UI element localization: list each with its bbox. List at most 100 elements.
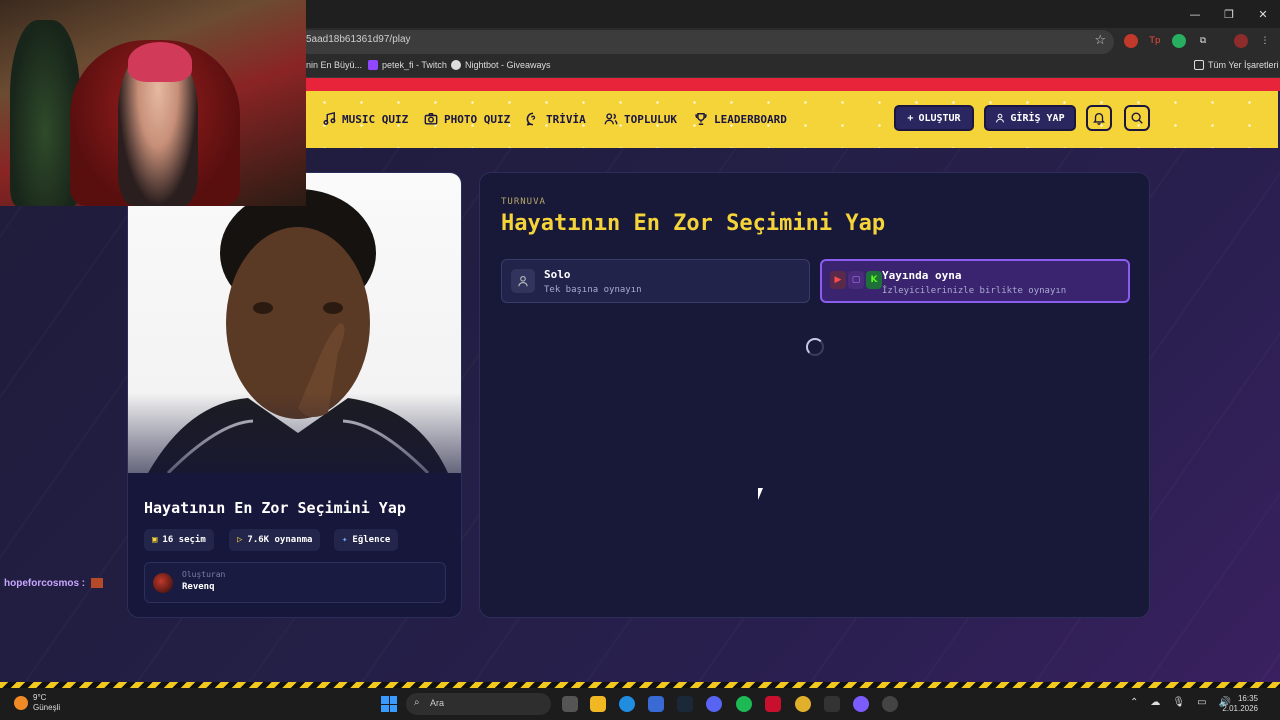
plays-text: 7.6K oynanma [247, 535, 313, 545]
camera-icon [424, 113, 438, 125]
obs-icon[interactable] [882, 696, 898, 712]
tournament-panel: TURNUVA Hayatının En Zor Seçimini Yap So… [479, 172, 1150, 618]
quiz-title: Hayatının En Zor Seçimini Yap [144, 499, 406, 517]
search-placeholder: Ara [430, 698, 445, 708]
weather-text: Güneşli [33, 703, 61, 712]
cloud-icon[interactable]: ☁ [1150, 697, 1160, 708]
stream-subtitle: İzleyicilerinizle birlikte oynayın [882, 286, 1067, 296]
nav-music-quiz[interactable]: MUSIC QUIZ [322, 112, 408, 126]
close-button[interactable]: ✕ [1246, 0, 1280, 28]
discord-icon[interactable] [706, 696, 722, 712]
url-field[interactable]: 5aad18b61361d97/play ☆ [296, 30, 1114, 54]
taskbar-search[interactable]: ⌕ Ara [406, 693, 551, 715]
epic-games-icon[interactable] [824, 696, 840, 712]
solo-option[interactable]: Solo Tek başına oynayın [501, 259, 810, 303]
user-icon [996, 113, 1005, 123]
top-nav: MUSIC QUIZ PHOTO QUIZ TRİVİA TOPLULUK LE… [306, 91, 1278, 148]
notifications-button[interactable] [1086, 105, 1112, 131]
app-icon[interactable] [853, 696, 869, 712]
steam-icon[interactable] [677, 696, 693, 712]
bookmark-item[interactable]: Nightbot - Giveaways [451, 60, 551, 70]
chrome-icon[interactable] [795, 696, 811, 712]
solo-title: Solo [544, 268, 571, 281]
music-note-icon [323, 112, 336, 125]
stream-title: Yayında oyna [882, 269, 962, 282]
extension-icon[interactable]: Tp [1148, 34, 1162, 48]
nav-photo-quiz[interactable]: PHOTO QUIZ [424, 112, 510, 126]
chat-username: hopeforcosmos : [4, 578, 86, 589]
twitch-icon [368, 60, 378, 70]
edge-icon[interactable] [619, 696, 635, 712]
extension-icon[interactable] [1172, 34, 1186, 48]
puzzle-icon[interactable]: ⧉ [1196, 34, 1210, 48]
nav-topluluk[interactable]: TOPLULUK [604, 112, 677, 126]
avatar [153, 573, 173, 593]
all-bookmarks[interactable]: Tüm Yer İşaretleri [1194, 60, 1279, 70]
platform-icons: ▶ ▢ K [830, 271, 882, 289]
nav-leaderboard[interactable]: LEADERBOARD [694, 112, 787, 126]
sun-icon [14, 696, 28, 710]
chat-question-icon [526, 112, 536, 126]
spotify-icon[interactable] [736, 696, 752, 712]
search-icon: ⌕ [414, 697, 420, 708]
plays-badge: ▷ 7.6K oynanma [229, 529, 321, 551]
panel-kicker: TURNUVA [501, 197, 546, 207]
stream-option[interactable]: ▶ ▢ K Yayında oyna İzleyicilerinizle bir… [820, 259, 1130, 303]
choices-text: 16 seçim [162, 535, 206, 545]
twitch-icon: ▢ [848, 271, 864, 289]
maximize-button[interactable]: ❐ [1212, 0, 1246, 28]
nav-trivia[interactable]: TRİVİA [526, 112, 586, 126]
creator-box[interactable]: Oluşturan Revenq [144, 562, 446, 603]
nav-label: TRİVİA [546, 112, 586, 126]
quiz-card: Hayatının En Zor Seçimini Yap ▣ 16 seçim… [127, 172, 462, 618]
date: 2.01.2026 [1222, 704, 1258, 713]
category-icon: ✦ [342, 535, 348, 545]
search-button[interactable] [1124, 105, 1150, 131]
nav-label: TOPLULUK [624, 112, 677, 126]
user-icon [511, 269, 535, 293]
solo-subtitle: Tek başına oynayın [544, 285, 642, 295]
category-badge[interactable]: ✦ Eğlence [334, 529, 399, 551]
webcam-hair [128, 42, 192, 82]
bookmark-label: Nightbot - Giveaways [465, 60, 551, 70]
kebab-menu-icon[interactable]: ⋮ [1258, 34, 1272, 48]
microphone-icon[interactable]: 🎙 [1172, 697, 1185, 708]
extension-icon[interactable] [1124, 34, 1138, 48]
bookmark-star-icon[interactable]: ☆ [1094, 33, 1106, 48]
page-title: Hayatının En Zor Seçimini Yap [501, 211, 886, 236]
file-explorer-icon[interactable] [590, 696, 606, 712]
temperature: 9°C [33, 693, 47, 702]
chat-message: hopeforcosmos : [4, 578, 103, 589]
url-text[interactable]: 5aad18b61361d97/play [306, 34, 411, 45]
chevron-up-icon[interactable]: ⌃ [1130, 697, 1138, 708]
monitor-icon[interactable]: ▭ [1197, 697, 1206, 708]
start-button[interactable] [381, 696, 397, 712]
create-button[interactable]: + OLUŞTUR [894, 105, 974, 131]
store-icon[interactable] [648, 696, 664, 712]
images-icon: ▣ [152, 535, 158, 545]
folder-icon [1194, 60, 1204, 70]
creator-name: Revenq [182, 582, 215, 592]
profile-avatar[interactable] [1234, 34, 1248, 48]
category-text: Eğlence [352, 535, 391, 545]
bookmark-item[interactable]: petek_fi - Twitch [368, 60, 447, 70]
login-button[interactable]: GİRİŞ YAP [984, 105, 1076, 131]
loading-spinner [806, 338, 824, 356]
nav-label: LEADERBOARD [714, 112, 787, 126]
bookmark-label: nin En Büyü... [306, 60, 363, 70]
plus-icon: + [907, 112, 914, 124]
nav-label: PHOTO QUIZ [444, 112, 511, 126]
clock[interactable]: 16:35 2.01.2026 [1222, 694, 1258, 714]
nightbot-icon [451, 60, 461, 70]
bookmark-item[interactable]: nin En Büyü... [306, 60, 362, 70]
bell-icon [1093, 112, 1105, 125]
app-icon[interactable] [765, 696, 781, 712]
weather-widget[interactable]: 9°C Güneşli [14, 693, 60, 713]
creator-label: Oluşturan [182, 570, 226, 579]
search-icon [1131, 112, 1143, 124]
trophy-icon [695, 113, 707, 125]
system-tray: ⌃ ☁ 🎙 ▭ 🔊 [1130, 697, 1231, 708]
task-view-icon[interactable] [562, 696, 578, 712]
minimize-button[interactable]: — [1178, 0, 1212, 28]
webcam-overlay [0, 0, 306, 206]
